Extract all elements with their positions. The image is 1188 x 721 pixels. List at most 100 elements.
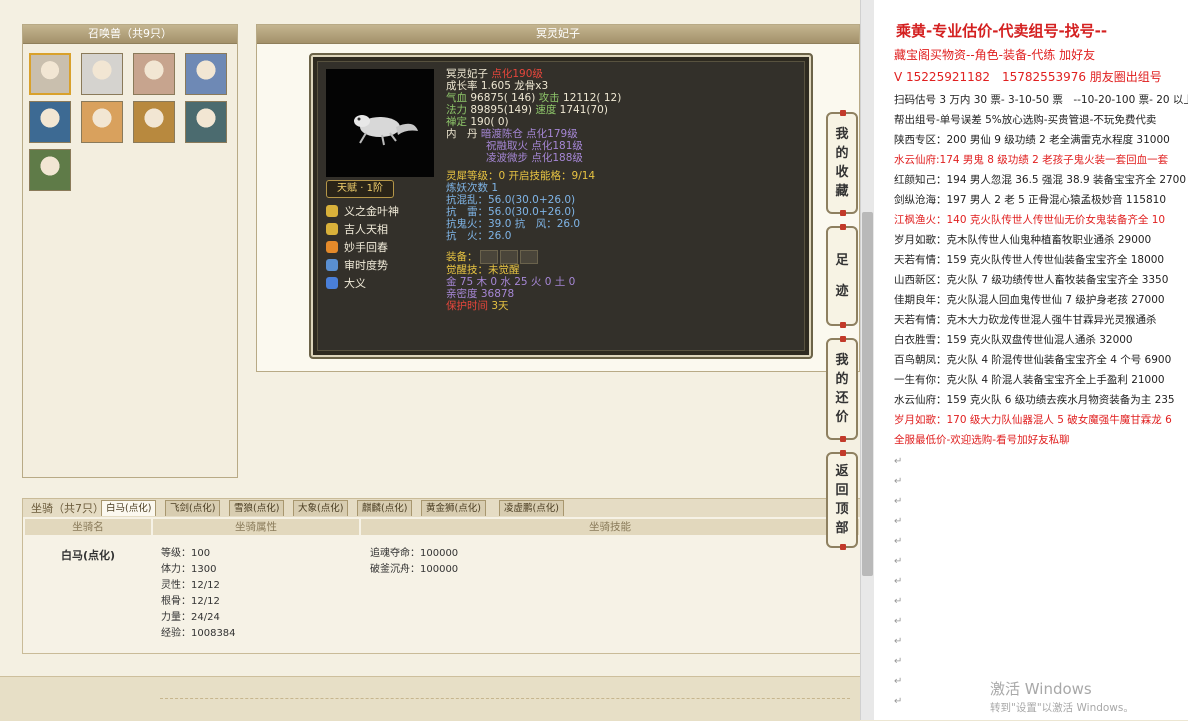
mount-tab[interactable]: 雪狼(点化) (229, 500, 285, 516)
col-mount-name: 坐骑名 (25, 519, 151, 535)
equip-slot-3[interactable] (519, 250, 538, 264)
float-button-label: 我的还价 (835, 353, 849, 425)
doc-line: 藏宝阁买物资--角色-装备-代练 加好友 (894, 48, 1096, 62)
skill-label: 吉人天相 (344, 223, 388, 236)
paragraph-mark-icon: ↵ (894, 516, 903, 527)
spirit-fox-image (354, 115, 418, 146)
summon-avatar[interactable] (29, 53, 71, 95)
talent-chip: 天赋 · 1阶 (326, 180, 394, 198)
doc-line: 一生有你：克火队 4 阶混人装备宝宝齐全上手盈利 21000 (894, 374, 1165, 386)
equip-slot-1[interactable] (479, 250, 498, 264)
atk-label: 攻击 (538, 92, 560, 104)
skill-item[interactable]: 审时度势 (326, 256, 436, 274)
doc-line: 山西新区：克火队 7 级功绩传世人畜牧装备宝宝齐全 3350 (894, 274, 1169, 286)
footprint-button[interactable]: 足迹 (826, 224, 858, 328)
mp-value: 89895 (470, 104, 504, 116)
doc-line: 帮出组号-单号误差 5%放心选购-买贵管退-不玩免费代卖 (894, 114, 1157, 126)
paragraph-mark-icon: ↵ (894, 556, 903, 567)
dan-3: 凌波微步 点化188级 (486, 152, 583, 164)
doc-line: 江枫渔火：140 克火队传世人传世仙无价女鬼装备齐全 10 (894, 214, 1166, 226)
skill-item[interactable]: 大义 (326, 274, 436, 292)
spd-label: 速度 (535, 104, 557, 116)
skill-label: 妙手回春 (344, 241, 388, 254)
doc-line: 扫码估号 3 万内 30 票- 3-10-50 票 --10-20-100 票-… (894, 94, 1188, 106)
res-thunder: 抗 雷：56.0(30.0+26.0) (446, 206, 576, 218)
summon-avatar[interactable] (185, 53, 227, 95)
doc-line: 百鸟朝凤：克火队 4 阶混传世仙装备宝宝齐全 4 个号 6900 (894, 354, 1172, 366)
spd-value: 1741 (559, 104, 587, 116)
dan-label: 内 丹 (446, 128, 478, 140)
summon-avatar[interactable] (81, 53, 123, 95)
float-button-label: 足迹 (835, 253, 849, 299)
doc-line: 陕西专区：200 男仙 9 级功绩 2 老全满雷克水程度 31000 (894, 134, 1170, 146)
protect-label: 保护时间 (446, 300, 488, 312)
protect-value: 3天 (491, 300, 509, 312)
summon-avatar[interactable] (133, 53, 175, 95)
skill-item[interactable]: 吉人天相 (326, 220, 436, 238)
dan-2: 祝融取火 点化181级 (486, 140, 583, 152)
page-scrollbar[interactable] (860, 0, 874, 720)
summon-detail-card: 天赋 · 1阶 义之金叶神 吉人天相 妙手回春 审时度势 大义 冥灵妃子 点化190级 … (309, 53, 813, 359)
summon-avatar[interactable] (133, 101, 175, 143)
skill-icon (326, 241, 338, 253)
detail-inner: 天赋 · 1阶 义之金叶神 吉人天相 妙手回春 审时度势 大义 冥灵妃子 点化190级 … (317, 61, 805, 351)
my-bargain-button[interactable]: 我的还价 (826, 336, 858, 442)
mount-skill-list: 追魂夺命：100000 破釜沉舟：100000 (370, 546, 458, 578)
dan-1: 暗渡陈仓 点化179级 (480, 128, 578, 140)
paragraph-mark-icon: ↵ (894, 456, 903, 467)
ding-value: 190( 0) (470, 116, 509, 128)
skill-icon (326, 277, 338, 289)
scrollbar-thumb[interactable] (862, 212, 873, 576)
hp-label: 气血 (446, 92, 467, 104)
doc-line: 水云仙府：159 克火队 6 级功绩去疾水月物资装备为主 235 (894, 394, 1175, 406)
summon-level-note: 点化190级 (491, 68, 543, 80)
summon-panel-title: 召唤兽（共9只） (23, 25, 237, 44)
equip-slot-2[interactable] (499, 250, 518, 264)
summon-avatar[interactable] (81, 101, 123, 143)
summon-portrait (326, 69, 434, 177)
skill-icon (326, 223, 338, 235)
mount-attr: 经验：1008384 (161, 628, 236, 639)
hp-value: 96875 (470, 92, 504, 104)
mount-tab[interactable]: 白马(点化) (101, 500, 157, 516)
mount-tab[interactable]: 大象(点化) (293, 500, 349, 516)
paragraph-mark-icon: ↵ (894, 656, 903, 667)
summon-avatar[interactable] (29, 101, 71, 143)
skill-icon (326, 259, 338, 271)
activate-windows-watermark: 激活 Windows (990, 680, 1092, 698)
mount-tab[interactable]: 凌虚鹏(点化) (499, 500, 564, 516)
paragraph-mark-icon: ↵ (894, 616, 903, 627)
mount-tab[interactable]: 飞剑(点化) (165, 500, 221, 516)
doc-line: 剑纵沧海：197 男人 2 老 5 正骨混心猿孟极妙音 115810 (894, 194, 1167, 206)
doc-line: 天若有情：159 克火队传世人传世仙装备宝宝齐全 18000 (894, 254, 1165, 266)
intimacy-line: 亲密度 36878 (446, 288, 515, 300)
summon-panel: 召唤兽（共9只） (22, 24, 238, 478)
awaken-line: 觉醒技：未觉醒 (446, 264, 520, 276)
elements-line: 金 75 木 0 水 25 火 0 土 0 (446, 276, 576, 288)
paragraph-mark-icon: ↵ (894, 576, 903, 587)
my-favorites-button[interactable]: 我的收藏 (826, 110, 858, 216)
mount-tab[interactable]: 黄金狮(点化) (421, 500, 486, 516)
doc-title: 乘黄-专业估价-代卖组号-找号-- (896, 22, 1108, 40)
paragraph-mark-icon: ↵ (894, 676, 903, 687)
back-to-top-button[interactable]: 返回顶部 (826, 450, 858, 550)
atk-base: ( 12) (596, 92, 622, 104)
skill-label: 义之金叶神 (344, 205, 399, 218)
mount-section: 坐骑（共7只） 白马(点化) 飞剑(点化) 雪狼(点化) 大象(点化) 麒麟(点化) 黄金… (22, 498, 862, 654)
col-mount-skill: 坐骑技能 (361, 519, 859, 535)
mp-base: (149) (503, 104, 532, 116)
atk-value: 12112 (563, 92, 597, 104)
mount-tab[interactable]: 麒麟(点化) (357, 500, 413, 516)
refine-line: 炼妖次数 1 (446, 182, 499, 194)
paragraph-mark-icon: ↵ (894, 536, 903, 547)
mount-tab-bar: 坐骑（共7只） 白马(点化) 飞剑(点化) 雪狼(点化) 大象(点化) 麒麟(点化) 黄金… (23, 499, 861, 517)
doc-line: 岁月如歌：克木队传世人仙鬼种植畜牧职业通杀 29000 (894, 234, 1152, 246)
float-button-label: 返回顶部 (835, 464, 849, 536)
summon-avatar[interactable] (29, 149, 71, 191)
res-fire: 抗 火：26.0 (446, 230, 512, 242)
mp-label: 法力 (446, 104, 467, 116)
summon-avatar[interactable] (185, 101, 227, 143)
skill-item[interactable]: 妙手回春 (326, 238, 436, 256)
activate-windows-hint: 转到"设置"以激活 Windows。 (990, 702, 1134, 714)
skill-item[interactable]: 义之金叶神 (326, 202, 436, 220)
